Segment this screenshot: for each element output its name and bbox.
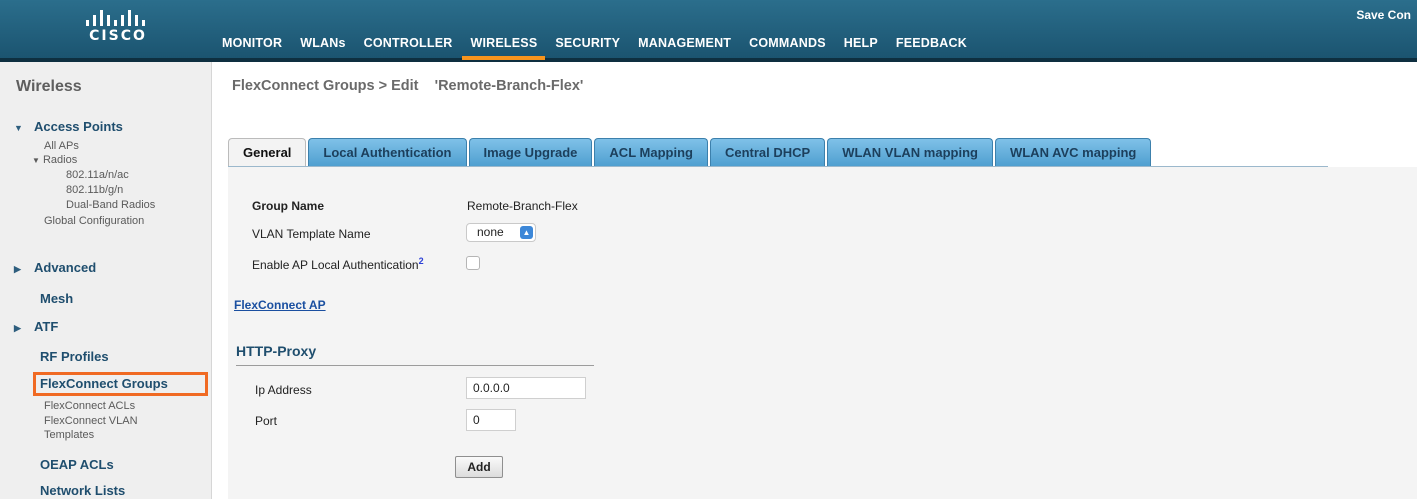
cisco-logo: CISCO bbox=[78, 10, 158, 44]
sidebar-item-dual-band-radios[interactable]: Dual-Band Radios bbox=[66, 199, 155, 211]
group-name-value: Remote-Branch-Flex bbox=[467, 199, 578, 213]
tab-divider bbox=[228, 166, 1328, 167]
sidebar-item-label: Templates bbox=[44, 429, 95, 441]
collapsed-triangle-icon: ▶ bbox=[14, 264, 21, 274]
vlan-template-label: VLAN Template Name bbox=[252, 227, 371, 241]
group-title: 'Remote-Branch-Flex' bbox=[434, 78, 584, 94]
sidebar-item-network-lists[interactable]: Network Lists bbox=[40, 483, 125, 498]
page-title: FlexConnect Groups > Edit 'Remote-Branch… bbox=[232, 78, 583, 94]
sidebar-item-oeap-acls[interactable]: OEAP ACLs bbox=[40, 457, 114, 472]
http-proxy-divider bbox=[236, 365, 594, 366]
ip-address-label: Ip Address bbox=[255, 383, 312, 397]
tab-local-authentication[interactable]: Local Authentication bbox=[308, 138, 467, 166]
nav-security[interactable]: SECURITY bbox=[555, 36, 620, 50]
add-button[interactable]: Add bbox=[455, 456, 503, 478]
top-header: CISCO Save Con MONITOR WLANs CONTROLLER … bbox=[0, 0, 1417, 62]
select-arrows-icon: ▲ bbox=[520, 226, 533, 239]
sidebar-item-radio-80211a[interactable]: 802.11a/n/ac bbox=[66, 169, 129, 181]
sidebar-item-advanced[interactable]: ▶ Advanced bbox=[14, 260, 96, 275]
nav-feedback[interactable]: FEEDBACK bbox=[896, 36, 967, 50]
sidebar-item-label: Access Points bbox=[34, 119, 123, 134]
collapsed-triangle-icon: ▶ bbox=[14, 323, 21, 333]
local-auth-label: Enable AP Local Authentication2 bbox=[252, 256, 424, 272]
sidebar-item-radio-80211b[interactable]: 802.11b/g/n bbox=[66, 184, 123, 196]
main-nav: MONITOR WLANs CONTROLLER WIRELESS SECURI… bbox=[222, 36, 985, 60]
content-panel bbox=[228, 167, 1417, 499]
expanded-triangle-icon: ▼ bbox=[14, 123, 23, 133]
cisco-logo-bars-icon bbox=[78, 10, 158, 28]
http-proxy-heading: HTTP-Proxy bbox=[236, 343, 317, 359]
sidebar-item-flexconnect-vlan-templates[interactable]: FlexConnect VLAN Templates bbox=[44, 415, 138, 441]
port-input[interactable]: 0 bbox=[466, 409, 516, 431]
sidebar-item-flexconnect-groups[interactable]: FlexConnect Groups bbox=[40, 376, 168, 391]
sidebar-item-global-configuration[interactable]: Global Configuration bbox=[44, 215, 144, 227]
vlan-template-select[interactable]: none ▲ bbox=[466, 223, 536, 242]
nav-commands[interactable]: COMMANDS bbox=[749, 36, 826, 50]
tab-image-upgrade[interactable]: Image Upgrade bbox=[468, 138, 593, 166]
local-auth-label-text: Enable AP Local Authentication bbox=[252, 258, 419, 272]
nav-help[interactable]: HELP bbox=[844, 36, 878, 50]
sidebar-item-flexconnect-acls[interactable]: FlexConnect ACLs bbox=[44, 400, 135, 412]
sidebar-item-label: Radios bbox=[42, 154, 78, 166]
expanded-small-triangle-icon: ▼ bbox=[32, 156, 40, 165]
sidebar-title: Wireless bbox=[16, 78, 82, 95]
group-name-label: Group Name bbox=[252, 199, 325, 213]
cisco-logo-text: CISCO bbox=[89, 28, 147, 44]
footnote-marker: 2 bbox=[418, 256, 424, 266]
breadcrumb: FlexConnect Groups > Edit bbox=[232, 78, 419, 94]
tab-wlan-avc-mapping[interactable]: WLAN AVC mapping bbox=[994, 138, 1152, 166]
sidebar-item-radios[interactable]: ▼ Radios bbox=[32, 154, 77, 166]
sidebar-item-access-points[interactable]: ▼ Access Points bbox=[14, 119, 123, 134]
enable-local-auth-checkbox[interactable] bbox=[466, 256, 480, 270]
tab-wlan-vlan-mapping[interactable]: WLAN VLAN mapping bbox=[827, 138, 993, 166]
tab-central-dhcp[interactable]: Central DHCP bbox=[709, 138, 826, 166]
sidebar: Wireless ▼ Access Points All APs ▼ Radios… bbox=[0, 62, 212, 499]
sidebar-item-rf-profiles[interactable]: RF Profiles bbox=[40, 349, 109, 364]
ip-address-input[interactable]: 0.0.0.0 bbox=[466, 377, 586, 399]
tab-general[interactable]: General bbox=[228, 138, 307, 166]
nav-wlans[interactable]: WLANs bbox=[300, 36, 345, 50]
sidebar-item-mesh[interactable]: Mesh bbox=[40, 291, 73, 306]
port-label: Port bbox=[255, 414, 278, 428]
flexconnect-ap-link[interactable]: FlexConnect AP bbox=[234, 298, 326, 312]
sidebar-item-label: Advanced bbox=[34, 260, 97, 275]
nav-controller[interactable]: CONTROLLER bbox=[364, 36, 453, 50]
tab-bar: General Local Authentication Image Upgra… bbox=[228, 138, 1153, 166]
sidebar-item-all-aps[interactable]: All APs bbox=[44, 140, 79, 152]
sidebar-item-label: FlexConnect VLAN bbox=[44, 415, 138, 427]
vlan-template-selected-value: none bbox=[477, 225, 504, 239]
sidebar-item-label: ATF bbox=[34, 319, 59, 334]
sidebar-item-atf[interactable]: ▶ ATF bbox=[14, 319, 58, 334]
save-configuration-link[interactable]: Save Con bbox=[1356, 8, 1411, 22]
nav-wireless[interactable]: WIRELESS bbox=[462, 36, 546, 60]
tab-acl-mapping[interactable]: ACL Mapping bbox=[594, 138, 708, 166]
nav-management[interactable]: MANAGEMENT bbox=[638, 36, 731, 50]
nav-monitor[interactable]: MONITOR bbox=[222, 36, 282, 50]
